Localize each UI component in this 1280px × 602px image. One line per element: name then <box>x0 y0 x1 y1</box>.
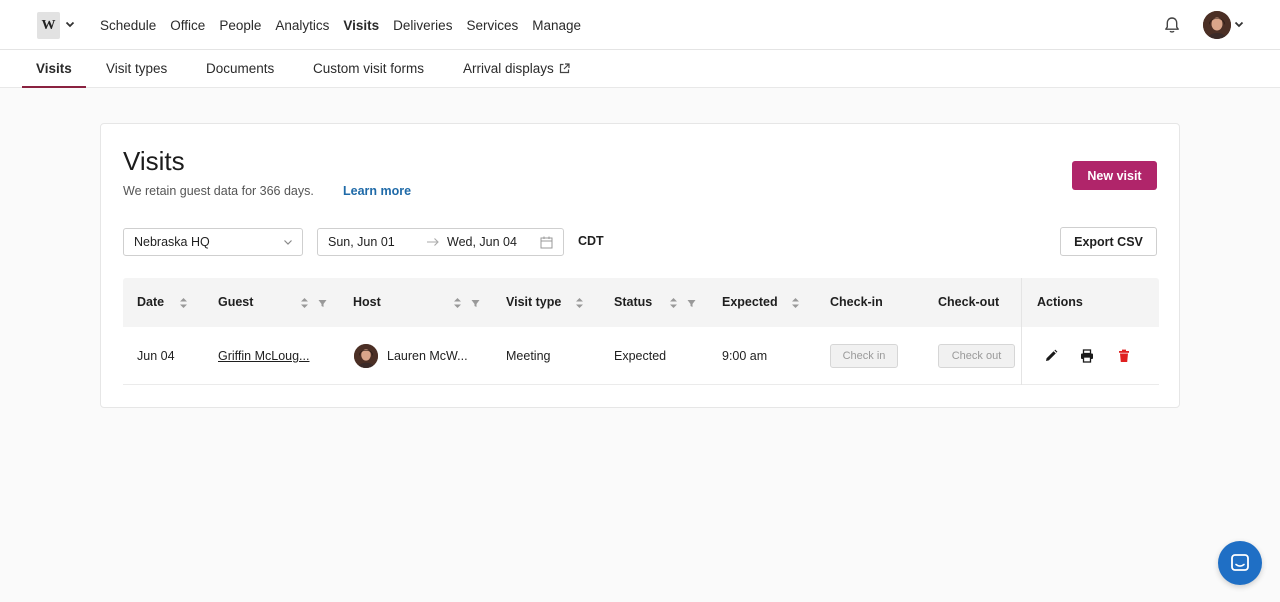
filter-icon[interactable] <box>318 297 327 309</box>
external-link-icon <box>559 63 570 74</box>
check-in-button[interactable]: Check in <box>830 344 898 368</box>
nav-item-services[interactable]: Services <box>466 18 518 33</box>
nav-item-schedule[interactable]: Schedule <box>100 18 156 33</box>
check-out-button[interactable]: Check out <box>938 344 1015 368</box>
visits-card: Visits We retain guest data for 366 days… <box>100 123 1180 408</box>
export-csv-button[interactable]: Export CSV <box>1060 227 1157 256</box>
pencil-icon[interactable] <box>1044 349 1058 363</box>
top-navigation-bar: W Schedule Office People Analytics Visit… <box>0 0 1280 50</box>
cell-status: Expected <box>614 349 667 363</box>
chevron-down-icon[interactable] <box>1233 18 1245 30</box>
host-avatar-photo <box>354 344 378 368</box>
logo-letter: W <box>41 17 56 33</box>
printer-icon[interactable] <box>1080 349 1094 363</box>
column-header-check-out: Check-out <box>938 295 1000 309</box>
timezone-label: CDT <box>578 234 604 248</box>
location-select[interactable]: Nebraska HQ <box>123 228 303 256</box>
chat-icon <box>1231 554 1249 571</box>
chat-launcher-button[interactable] <box>1218 541 1262 585</box>
nav-item-deliveries[interactable]: Deliveries <box>393 18 452 33</box>
chevron-down-icon <box>284 240 292 245</box>
bell-icon[interactable] <box>1162 15 1182 35</box>
column-header-check-in: Check-in <box>830 295 883 309</box>
main-nav: Schedule Office People Analytics Visits … <box>100 0 595 50</box>
column-header-host[interactable]: Host <box>353 278 381 327</box>
column-header-status[interactable]: Status <box>614 278 652 327</box>
filter-icon[interactable] <box>687 297 696 309</box>
chevron-down-icon[interactable] <box>64 18 76 30</box>
host-avatar <box>354 344 378 368</box>
sub-navigation: Visits Visit types Documents Custom visi… <box>0 50 1280 88</box>
column-header-actions: Actions <box>1037 295 1083 309</box>
sort-icon[interactable] <box>575 297 584 309</box>
location-select-value: Nebraska HQ <box>134 235 210 249</box>
column-header-expected[interactable]: Expected <box>722 278 778 327</box>
cell-host: Lauren McW... <box>387 349 468 363</box>
arrow-right-icon <box>427 238 439 246</box>
sort-icon[interactable] <box>453 297 462 309</box>
nav-item-manage[interactable]: Manage <box>532 18 581 33</box>
sort-icon[interactable] <box>300 297 309 309</box>
nav-item-office[interactable]: Office <box>170 18 205 33</box>
tab-custom-visit-forms[interactable]: Custom visit forms <box>313 50 424 88</box>
cell-expected: 9:00 am <box>722 349 768 363</box>
cell-guest-link[interactable]: Griffin McLoug... <box>218 327 309 385</box>
column-header-date[interactable]: Date <box>137 278 164 327</box>
nav-item-analytics[interactable]: Analytics <box>275 18 329 33</box>
avatar-photo <box>1203 11 1231 39</box>
sort-icon[interactable] <box>179 297 188 309</box>
table-header: Date Guest Host Visit type Status Expect… <box>123 278 1159 327</box>
calendar-icon <box>540 236 553 249</box>
cell-date: Jun 04 <box>137 349 175 363</box>
date-end[interactable]: Wed, Jun 04 <box>447 235 517 249</box>
date-range-picker[interactable]: Sun, Jun 01 Wed, Jun 04 <box>317 228 564 256</box>
column-header-visit-type[interactable]: Visit type <box>506 278 561 327</box>
actions-column-divider <box>1021 278 1022 385</box>
tab-visits[interactable]: Visits <box>22 50 86 88</box>
learn-more-link[interactable]: Learn more <box>343 184 411 198</box>
date-start[interactable]: Sun, Jun 01 <box>328 235 395 249</box>
tab-documents[interactable]: Documents <box>206 50 274 88</box>
sort-icon[interactable] <box>791 297 800 309</box>
column-header-guest[interactable]: Guest <box>218 278 253 327</box>
trash-icon[interactable] <box>1117 349 1131 363</box>
nav-item-visits[interactable]: Visits <box>343 18 379 33</box>
nav-item-people[interactable]: People <box>219 18 261 33</box>
company-logo[interactable]: W <box>37 12 60 39</box>
cell-visit-type: Meeting <box>506 349 551 363</box>
tab-visit-types[interactable]: Visit types <box>106 50 167 88</box>
tab-arrival-displays-label: Arrival displays <box>463 61 554 76</box>
page-title: Visits <box>123 146 185 176</box>
tab-arrival-displays[interactable]: Arrival displays <box>463 50 570 88</box>
retention-notice: We retain guest data for 366 days. <box>123 184 314 198</box>
user-avatar[interactable] <box>1203 11 1231 39</box>
filter-icon[interactable] <box>471 297 480 309</box>
new-visit-button[interactable]: New visit <box>1072 161 1157 190</box>
sort-icon[interactable] <box>669 297 678 309</box>
table-row: Jun 04 Griffin McLoug... Lauren McW... M… <box>123 327 1159 385</box>
